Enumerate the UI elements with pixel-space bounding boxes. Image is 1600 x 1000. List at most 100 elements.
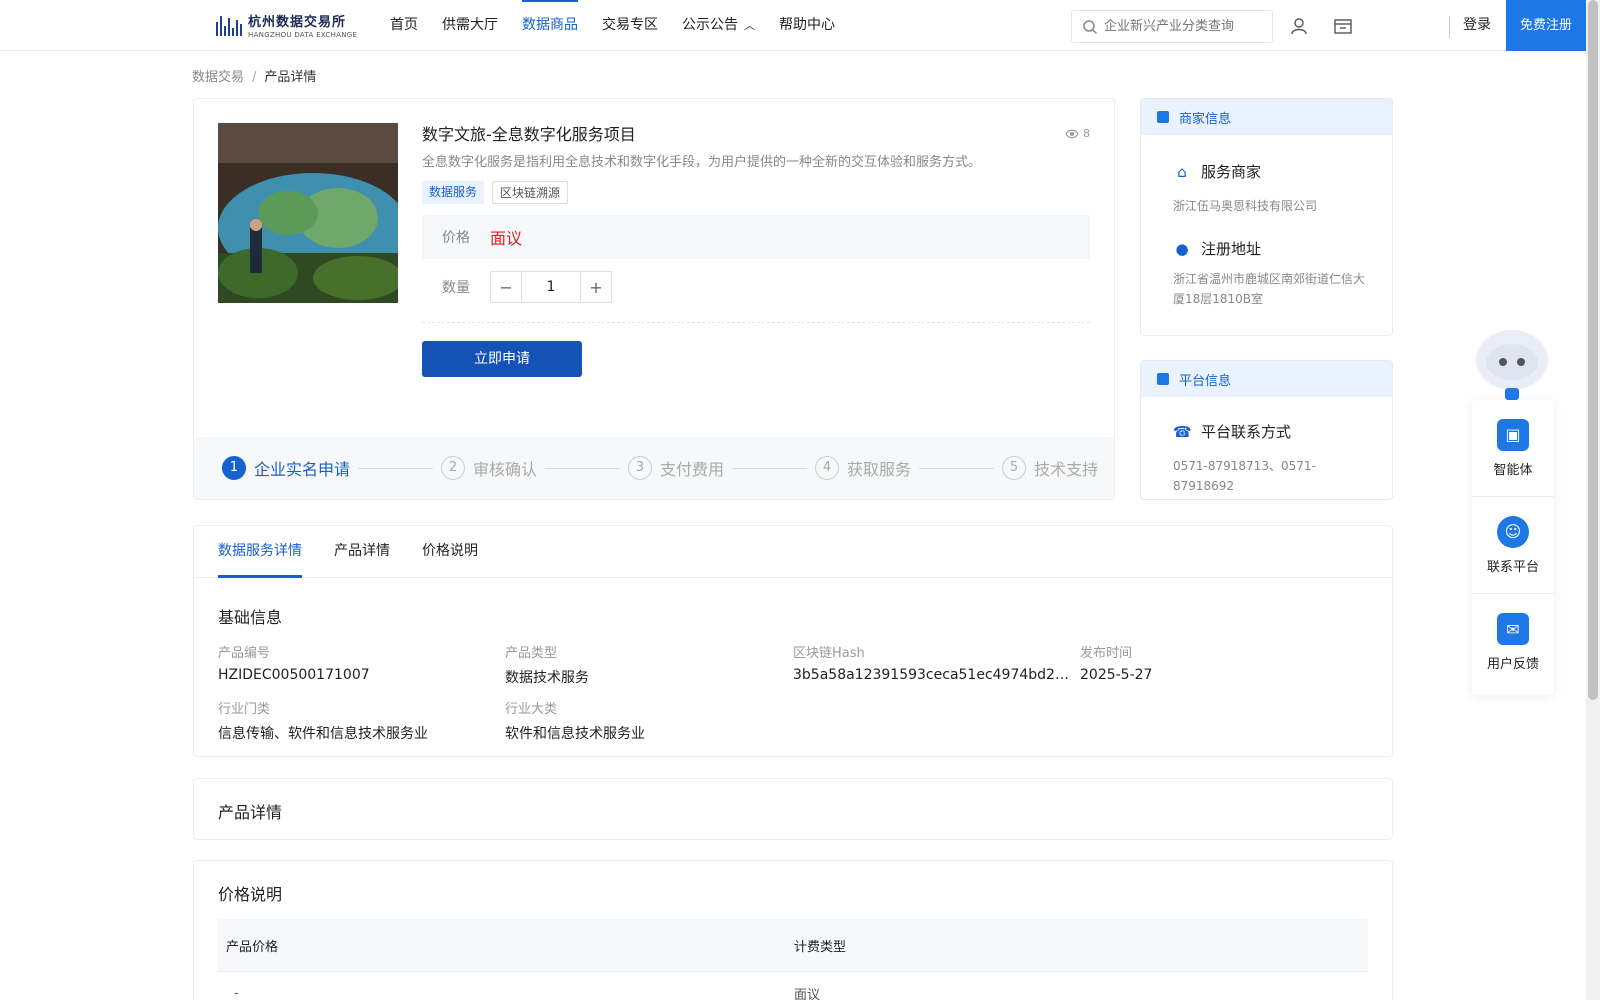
feedback-icon: ✉ [1497,613,1529,645]
agent-button[interactable]: ▣ 智能体 [1472,400,1554,497]
view-count-value: 8 [1083,127,1090,140]
header-divider [1449,16,1450,38]
field-product-code: 产品编号 HZIDEC00500171007 [218,646,370,683]
step-5: 5 技术支持 [1002,456,1098,480]
tab-service-details[interactable]: 数据服务详情 [218,526,302,578]
price-table: 产品价格 计费类型 - 面议 [218,919,1368,1000]
page-scrollbar[interactable] [1586,0,1600,1000]
table-row: - 面议 [218,971,1368,1000]
nav-trade-zone[interactable]: 交易专区 [590,0,670,50]
product-details-title: 产品详情 [218,803,283,822]
logo-mark-icon [216,14,242,36]
eye-icon [1065,129,1079,138]
product-image [218,123,398,303]
nav-supply-demand[interactable]: 供需大厅 [430,0,510,50]
registered-address-value: 浙江省温州市鹿城区南郊街道仁信大厦18层1810B室 [1173,272,1366,306]
merchant-info-panel: 商家信息 ⌂ 服务商家 浙江伍马奥恩科技有限公司 ● 注册地址 浙江省温州市鹿城区南… [1140,98,1393,336]
product-card: 数字文旅-全息数字化服务项目 8 全息数字化服务是指利用全息技术和数字化手段，为… [193,98,1115,500]
home-icon: ⌂ [1177,162,1187,181]
col-product-price: 产品价格 [226,939,279,955]
step-1: 1 企业实名申请 [222,456,350,480]
detail-tabs: 数据服务详情 产品详情 价格说明 [194,526,1392,578]
feedback-button[interactable]: ✉ 用户反馈 [1472,594,1554,691]
cell-product-price: - [234,986,239,1000]
product-title: 数字文旅-全息数字化服务项目 [422,125,636,144]
service-merchant-title: ⌂ 服务商家 [1173,161,1392,182]
tab-price-info[interactable]: 价格说明 [422,526,478,577]
scrollbar-thumb[interactable] [1588,0,1598,700]
tag-data-service: 数据服务 [422,181,485,204]
nav-data-products[interactable]: 数据商品 [510,0,590,50]
robot-mascot-icon[interactable] [1473,326,1551,402]
apply-now-button[interactable]: 立即申请 [422,341,582,377]
location-pin-icon: ● [1175,239,1189,258]
nav-announcements[interactable]: 公示公告 ︿ [670,0,767,50]
basic-info-title: 基础信息 [218,608,283,627]
merchant-badge-icon [1157,111,1169,123]
platform-info-panel: 平台信息 ☎ 平台联系方式 0571-87918713、0571-87918692 [1140,360,1393,500]
nav-help-center[interactable]: 帮助中心 [767,0,847,50]
decrement-button[interactable]: − [491,272,521,302]
register-button[interactable]: 免费注册 [1506,0,1586,51]
field-blockchain-hash: 区块链Hash3b5a58a12391593ceca51ec4974bd26b3… [793,646,1073,683]
tab-product-details[interactable]: 产品详情 [334,526,390,577]
floating-toolbar: ▣ 智能体 ☺ 联系平台 ✉ 用户反馈 [1472,400,1554,695]
field-industry-major: 行业大类 软件和信息技术服务业 [505,702,645,742]
process-steps: 1 企业实名申请 2 审核确认 3 支付费用 4 获取服务 5 技术支持 [194,437,1114,499]
step-connector [732,467,808,469]
logo-name-en: HANGZHOU DATA EXCHANGE [248,31,358,39]
price-label: 价格 [442,230,470,246]
login-link[interactable]: 登录 [1463,0,1491,50]
step-3: 3 支付费用 [628,456,724,480]
breadcrumb-parent[interactable]: 数据交易 [192,70,244,85]
site-logo[interactable]: 杭州数据交易所 HANGZHOU DATA EXCHANGE [216,10,357,40]
dashed-divider [422,322,1090,323]
registered-address-title: ● 注册地址 [1173,238,1392,259]
tag-blockchain: 区块链溯源 [492,181,569,204]
agent-icon: ▣ [1497,418,1529,451]
step-2: 2 审核确认 [441,456,537,480]
cell-billing-type: 面议 [794,988,821,1000]
step-connector [545,467,621,469]
platform-info-header: 平台信息 [1141,361,1392,397]
search-box [1071,10,1273,43]
nav-home[interactable]: 首页 [378,0,430,50]
store-icon[interactable] [1333,16,1353,36]
phone-icon: ☎ [1173,422,1192,441]
product-description: 全息数字化服务是指利用全息技术和数字化手段，为用户提供的一种全新的交互体验和服务… [422,155,982,170]
view-count: 8 [1065,127,1090,140]
price-row: 价格 面议 [422,215,1090,259]
product-details-card: 产品详情 [193,778,1393,840]
headset-icon: ☺ [1497,515,1529,548]
contact-platform-button[interactable]: ☺ 联系平台 [1472,497,1554,594]
product-tags: 数据服务 区块链溯源 [422,181,569,204]
platform-contact-title: ☎ 平台联系方式 [1173,422,1292,442]
step-4: 4 获取服务 [815,456,911,480]
top-header: 杭州数据交易所 HANGZHOU DATA EXCHANGE 首页 供需大厅 数… [0,0,1586,51]
step-connector [358,467,434,469]
service-details-card: 数据服务详情 产品详情 价格说明 基础信息 产品编号 HZIDEC00500171… [193,525,1393,757]
search-input[interactable] [1104,19,1254,34]
user-icon[interactable] [1289,16,1309,36]
field-publish-time: 发布时间 2025-5-27 [1080,646,1153,683]
quantity-stepper: − 1 + [490,271,612,303]
col-billing-type: 计费类型 [794,939,847,955]
field-product-type: 产品类型 数据技术服务 [505,646,589,686]
chevron-up-icon: ︿ [744,19,755,32]
quantity-row: 数量 − 1 + [442,271,612,303]
price-info-card: 价格说明 产品价格 计费类型 - 面议 [193,860,1393,1000]
breadcrumb-separator: / [252,70,257,85]
step-connector [919,467,995,469]
table-header: 产品价格 计费类型 [218,919,1368,971]
quantity-label: 数量 [442,280,470,296]
breadcrumb-current: 产品详情 [264,70,317,85]
price-value: 面议 [490,229,523,248]
platform-contact-value: 0571-87918713、0571-87918692 [1173,459,1316,493]
field-industry-category: 行业门类 信息传输、软件和信息技术服务业 [218,702,428,742]
platform-badge-icon [1157,373,1169,385]
logo-name-cn: 杭州数据交易所 [248,15,347,30]
merchant-info-header: 商家信息 [1141,99,1392,135]
quantity-input[interactable]: 1 [521,272,581,302]
increment-button[interactable]: + [581,272,611,302]
service-merchant-value: 浙江伍马奥恩科技有限公司 [1173,199,1318,213]
